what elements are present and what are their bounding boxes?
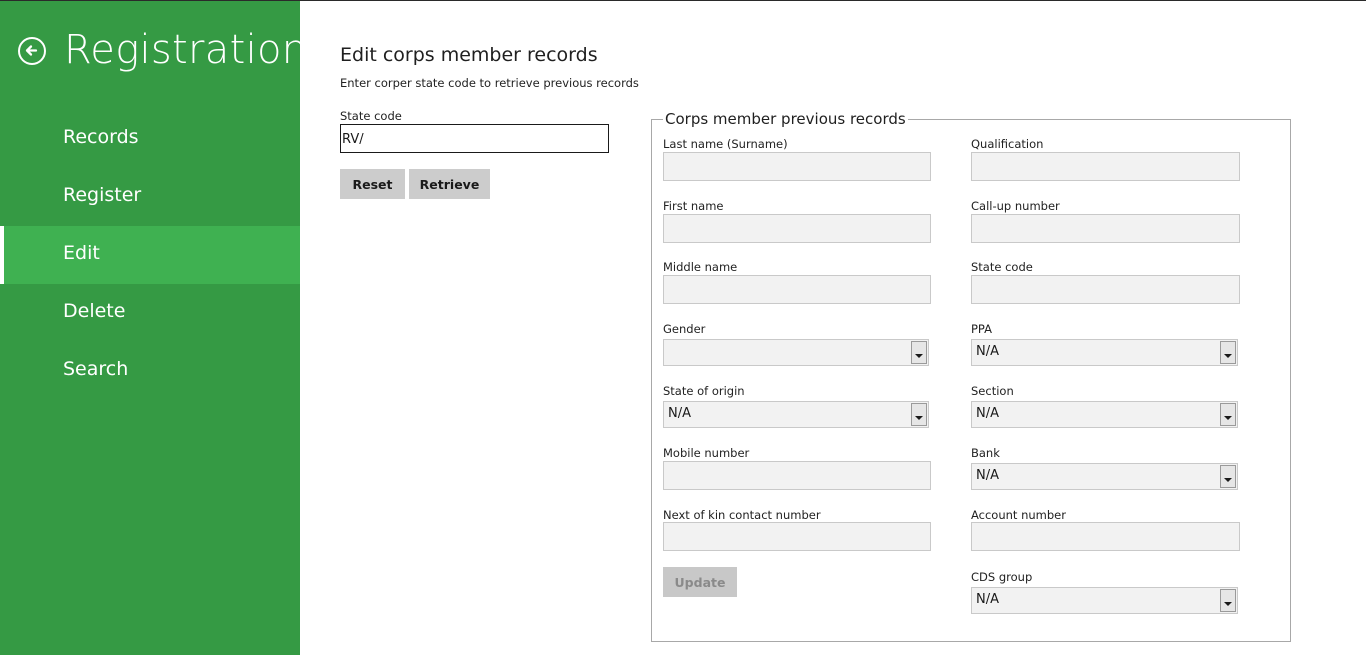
- account-number-field[interactable]: [971, 522, 1240, 551]
- sidebar-item-search[interactable]: Search: [0, 342, 300, 400]
- sidebar-item-label: Edit: [63, 242, 100, 264]
- first-name-label: First name: [663, 199, 724, 213]
- sidebar-item-edit[interactable]: Edit: [0, 226, 300, 284]
- last-name-label: Last name (Surname): [663, 137, 788, 151]
- state-of-origin-select[interactable]: N/A: [663, 401, 929, 428]
- bank-label: Bank: [971, 446, 1000, 460]
- cds-group-select[interactable]: N/A: [971, 587, 1238, 614]
- ppa-value: N/A: [976, 344, 999, 359]
- sidebar-item-label: Register: [63, 184, 142, 206]
- next-of-kin-field[interactable]: [663, 522, 931, 551]
- sidebar-item-label: Search: [63, 358, 129, 380]
- state-of-origin-label: State of origin: [663, 384, 745, 398]
- last-name-field[interactable]: [663, 152, 931, 181]
- back-button[interactable]: [18, 37, 46, 65]
- first-name-field[interactable]: [663, 214, 931, 243]
- retrieve-button[interactable]: Retrieve: [409, 169, 490, 199]
- gender-label: Gender: [663, 322, 706, 336]
- account-number-label: Account number: [971, 508, 1066, 522]
- mobile-number-label: Mobile number: [663, 446, 750, 460]
- cds-group-label: CDS group: [971, 570, 1033, 584]
- sidebar: Registration Records Register Edit Delet…: [0, 1, 307, 655]
- chevron-down-icon[interactable]: [1220, 589, 1236, 612]
- chevron-down-icon[interactable]: [1220, 465, 1236, 488]
- ppa-select[interactable]: N/A: [971, 339, 1238, 366]
- bank-select[interactable]: N/A: [971, 463, 1238, 490]
- section-value: N/A: [976, 406, 999, 421]
- update-button[interactable]: Update: [663, 567, 737, 597]
- sidebar-item-records[interactable]: Records: [0, 110, 300, 168]
- chevron-down-icon[interactable]: [911, 403, 927, 426]
- middle-name-field[interactable]: [663, 275, 931, 304]
- records-groupbox-title: Corps member previous records: [663, 110, 908, 128]
- sidebar-item-delete[interactable]: Delete: [0, 284, 300, 342]
- section-label: Section: [971, 384, 1014, 398]
- gender-select[interactable]: [663, 339, 929, 366]
- state-code-record-field[interactable]: [971, 275, 1240, 304]
- chevron-down-icon[interactable]: [1220, 341, 1236, 364]
- page-subtitle: Enter corper state code to retrieve prev…: [340, 76, 639, 90]
- call-up-number-label: Call-up number: [971, 199, 1060, 213]
- state-code-input[interactable]: [340, 124, 609, 153]
- chevron-down-icon[interactable]: [1220, 403, 1236, 426]
- back-arrow-icon: [25, 45, 38, 56]
- chevron-down-icon[interactable]: [911, 341, 927, 364]
- page-title: Edit corps member records: [340, 44, 598, 66]
- qualification-field[interactable]: [971, 152, 1240, 181]
- state-code-record-label: State code: [971, 260, 1033, 274]
- cds-group-value: N/A: [976, 592, 999, 607]
- section-select[interactable]: N/A: [971, 401, 1238, 428]
- middle-name-label: Middle name: [663, 260, 738, 274]
- mobile-number-field[interactable]: [663, 461, 931, 490]
- app-title: Registration: [64, 27, 308, 73]
- state-of-origin-value: N/A: [668, 406, 691, 421]
- state-code-label: State code: [340, 109, 402, 123]
- records-groupbox: [651, 119, 1291, 642]
- sidebar-item-register[interactable]: Register: [0, 168, 300, 226]
- sidebar-item-label: Delete: [63, 300, 126, 322]
- qualification-label: Qualification: [971, 137, 1044, 151]
- next-of-kin-label: Next of kin contact number: [663, 508, 821, 522]
- call-up-number-field[interactable]: [971, 214, 1240, 243]
- sidebar-item-label: Records: [63, 126, 139, 148]
- reset-button[interactable]: Reset: [340, 169, 405, 199]
- ppa-label: PPA: [971, 322, 993, 336]
- bank-value: N/A: [976, 468, 999, 483]
